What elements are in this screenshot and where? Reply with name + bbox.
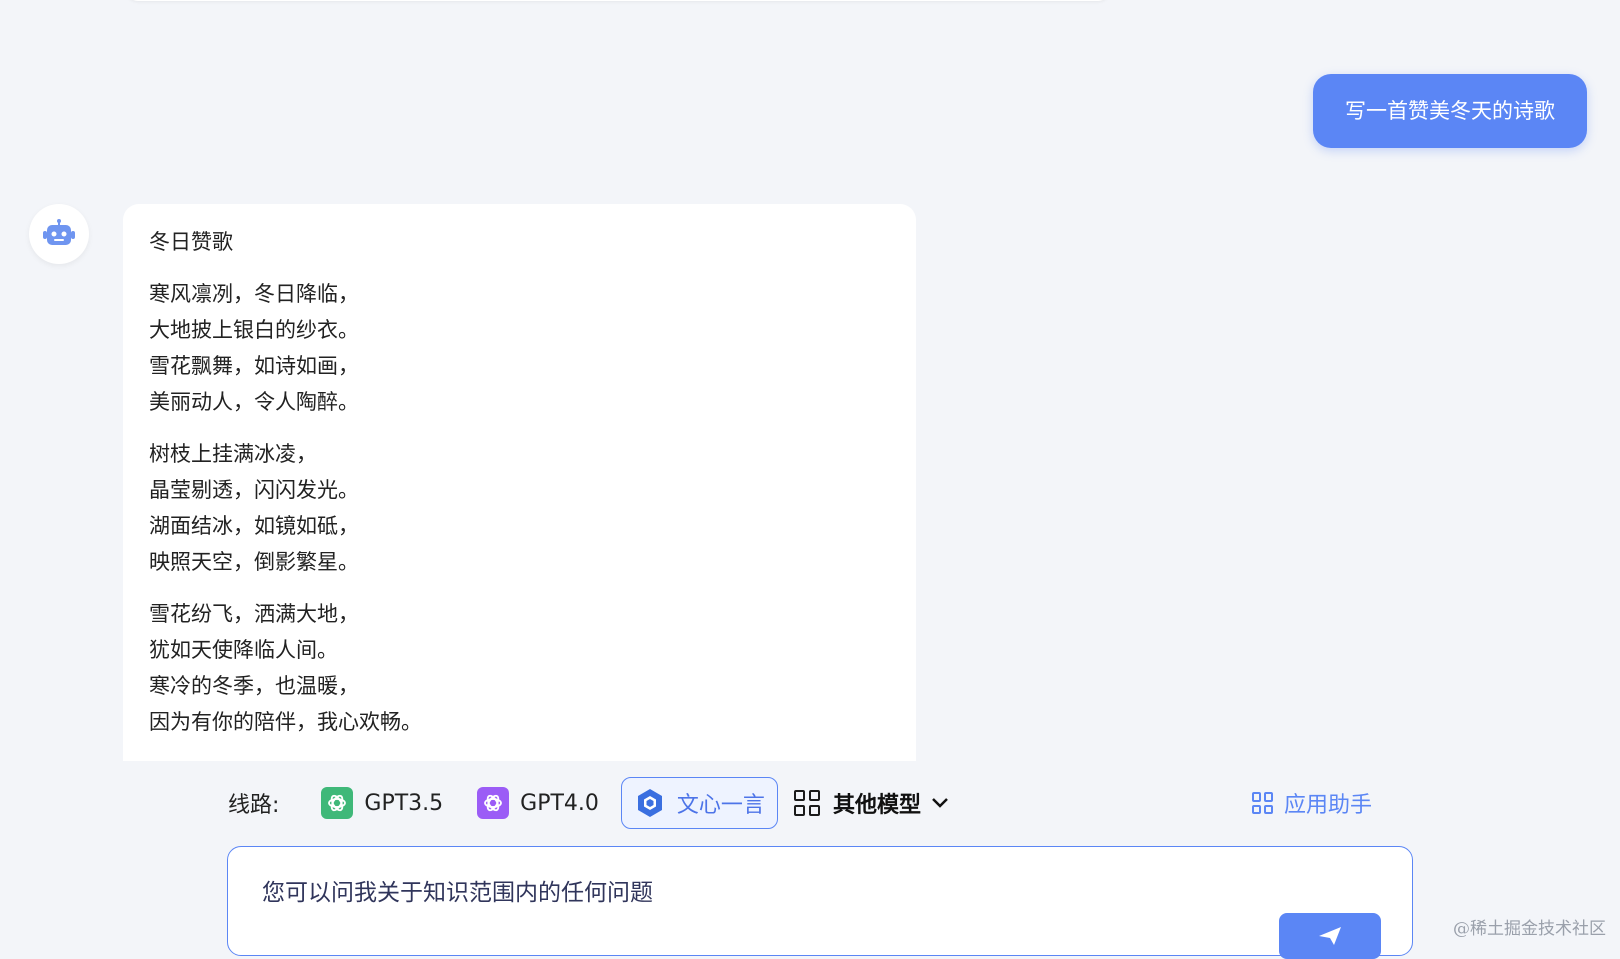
model-route-bar: 线路: GPT3.5 GPT4.0 文心一言 其他模型 [228, 776, 971, 830]
poem-line: 雪花飘舞，如诗如画， [149, 354, 359, 378]
user-message-bubble: 写一首赞美冬天的诗歌 [1313, 74, 1587, 148]
openai-icon [477, 787, 510, 819]
poem-stanza: 树枝上挂满冰凌， 晶莹剔透，闪闪发光。 湖面结冰，如镜如砥， 映照天空，倒影繁星… [149, 436, 890, 580]
other-models-label: 其他模型 [832, 793, 921, 818]
send-button[interactable] [1279, 913, 1381, 959]
app-helper-button[interactable]: 应用助手 [1252, 786, 1372, 820]
send-icon [1319, 927, 1341, 945]
model-option-wenxin[interactable]: 文心一言 [620, 777, 778, 829]
poem-line: 寒冷的冬季，也温暖， [149, 674, 359, 698]
model-option-label: 文心一言 [676, 793, 765, 818]
chevron-down-icon [932, 798, 948, 808]
previous-message-bubble [126, 0, 1110, 1]
app-grid-icon [1252, 792, 1274, 814]
robot-icon [43, 219, 75, 245]
poem-title: 冬日赞歌 [149, 230, 233, 254]
poem-line: 树枝上挂满冰凌， [149, 442, 317, 466]
openai-icon [321, 787, 354, 819]
model-option-label: GPT3.5 [364, 790, 444, 816]
poem-line: 寒风凛冽，冬日降临， [149, 282, 359, 306]
route-label: 线路: [228, 793, 280, 818]
poem-line: 因为有你的陪伴，我心欢畅。 [149, 710, 422, 734]
poem-line: 美丽动人，令人陶醉。 [149, 390, 359, 414]
poem-line: 大地披上银白的纱衣。 [149, 318, 359, 342]
chat-input[interactable] [260, 871, 1264, 915]
poem-line: 湖面结冰，如镜如砥， [149, 514, 359, 538]
poem-stanza: 寒风凛冽，冬日降临， 大地披上银白的纱衣。 雪花飘舞，如诗如画， 美丽动人，令人… [149, 276, 890, 420]
poem-line: 晶莹剔透，闪闪发光。 [149, 478, 359, 502]
chat-input-box [227, 846, 1413, 959]
poem-line: 雪花纷飞，洒满大地， [149, 602, 359, 626]
poem-line: 映照天空，倒影繁星。 [149, 550, 359, 574]
model-option-gpt40[interactable]: GPT4.0 [465, 777, 611, 829]
poem-line: 犹如天使降临人间。 [149, 638, 338, 662]
ernie-icon [634, 787, 666, 819]
bot-message-bubble: 冬日赞歌 寒风凛冽，冬日降临， 大地披上银白的纱衣。 雪花飘舞，如诗如画， 美丽… [123, 204, 916, 761]
bot-avatar [29, 204, 89, 264]
poem-stanza: 雪花纷飞，洒满大地， 犹如天使降临人间。 寒冷的冬季，也温暖， 因为有你的陪伴，… [149, 596, 890, 740]
app-helper-label: 应用助手 [1284, 793, 1373, 818]
grid-icon [793, 790, 820, 816]
model-option-label: GPT4.0 [520, 790, 599, 816]
watermark: @稀土掘金技术社区 [1453, 919, 1606, 939]
model-option-gpt35[interactable]: GPT3.5 [309, 777, 455, 829]
other-models-dropdown[interactable]: 其他模型 [788, 777, 961, 829]
